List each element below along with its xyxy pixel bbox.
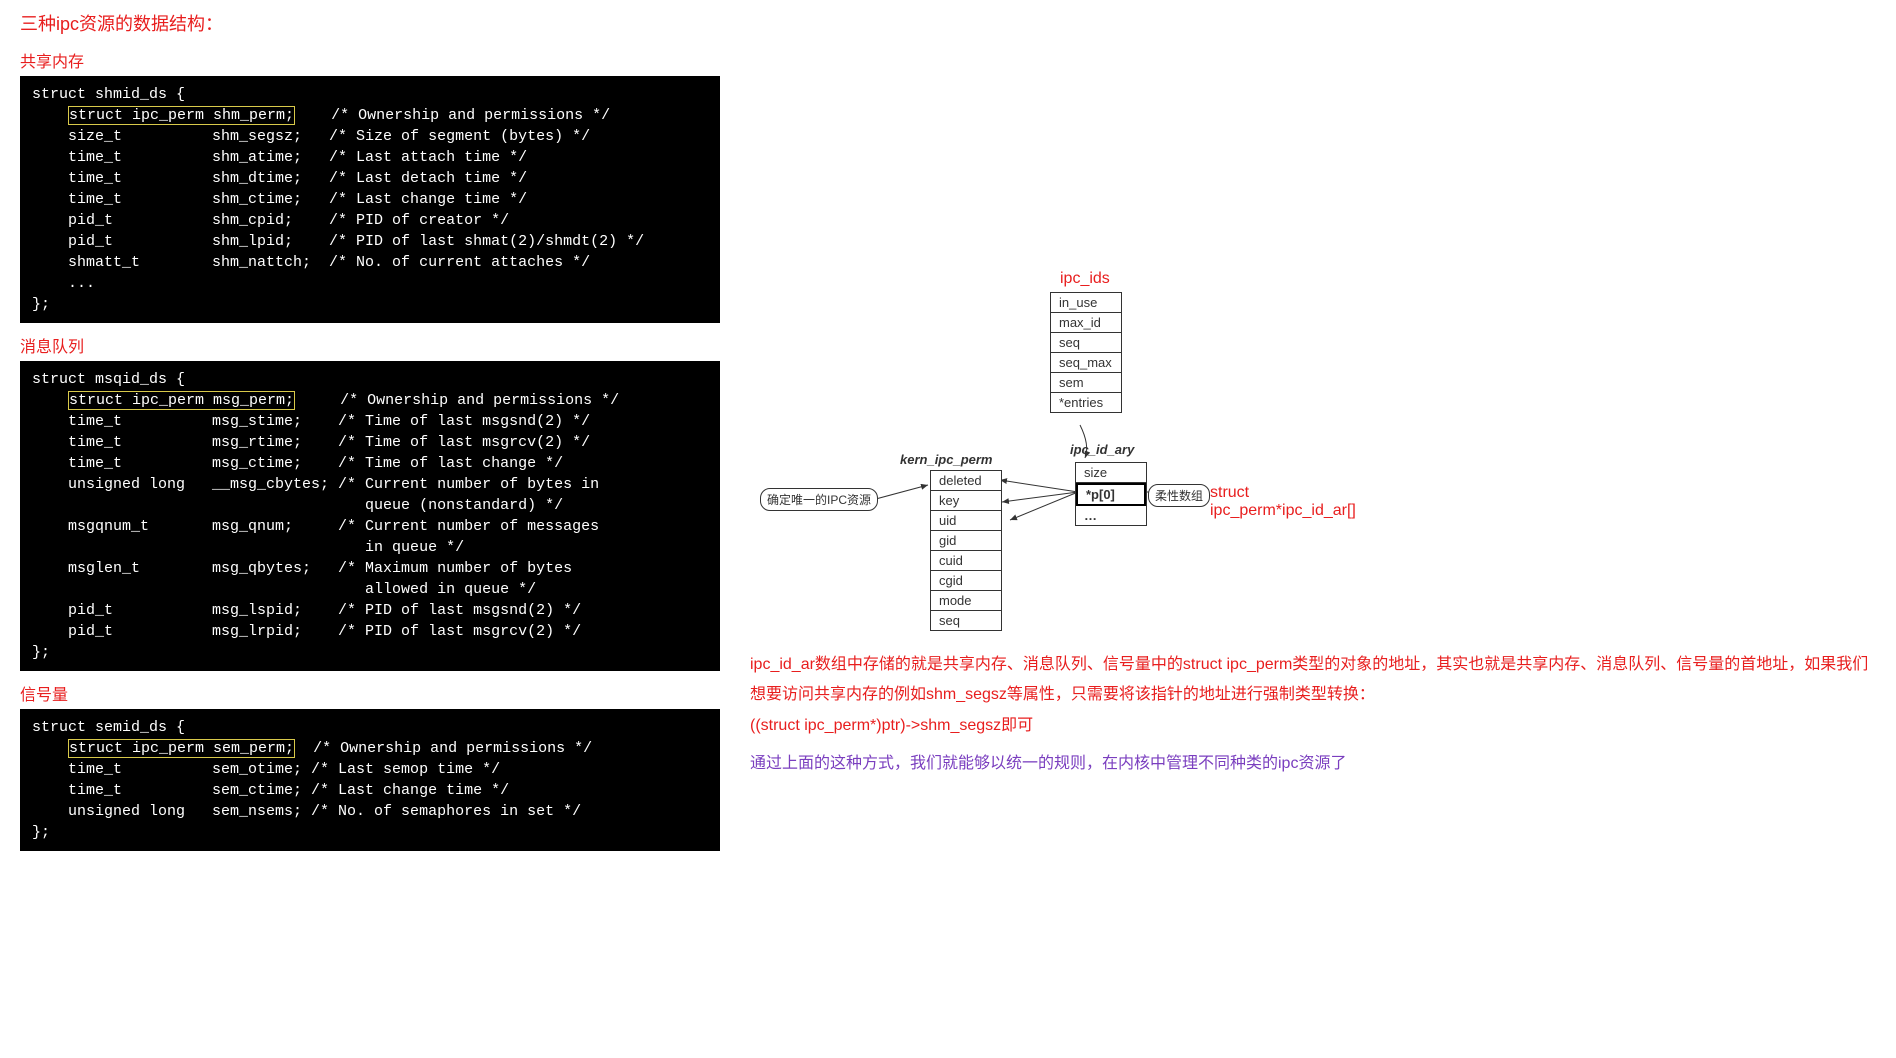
field: gid (931, 531, 1001, 551)
ipc-id-ary-label: ipc_id_ary (1070, 442, 1134, 457)
field: seq (931, 611, 1001, 630)
diagram-arrows (750, 270, 1270, 630)
explanation-p3: 通过上面的这种方式，我们就能够以统一的规则，在内核中管理不同种类的ipc资源了 (750, 749, 1876, 779)
field: cgid (931, 571, 1001, 591)
field: size (1076, 463, 1146, 483)
field: cuid (931, 551, 1001, 571)
shm-label: 共享内存 (20, 48, 720, 72)
ipc-id-ary-struct: size *p[0] … (1075, 462, 1147, 526)
ipc-ids-struct: in_use max_id seq seq_max sem *entries (1050, 292, 1122, 413)
field: … (1076, 506, 1146, 525)
field: key (931, 491, 1001, 511)
struct-label: struct ipc_perm*ipc_id_ar[] (1210, 484, 1356, 520)
ipc-diagram: ipc_ids in_use max_id seq seq_max sem *e… (750, 270, 1270, 630)
kern-struct: deleted key uid gid cuid cgid mode seq (930, 470, 1002, 631)
field: *p[0] (1076, 483, 1146, 506)
msg-code: struct msqid_ds { struct ipc_perm msg_pe… (20, 361, 720, 671)
field: deleted (931, 471, 1001, 491)
explanation-p2: ((struct ipc_perm*)ptr)->shm_segsz即可 (750, 711, 1876, 741)
anno-unique: 确定唯一的IPC资源 (760, 488, 878, 511)
shm-code: struct shmid_ds { struct ipc_perm shm_pe… (20, 76, 720, 323)
field: *entries (1051, 393, 1121, 412)
field: sem (1051, 373, 1121, 393)
sem-code: struct semid_ds { struct ipc_perm sem_pe… (20, 709, 720, 851)
kern-label: kern_ipc_perm (900, 452, 993, 467)
field: max_id (1051, 313, 1121, 333)
explanation-p1: ipc_id_ar数组中存储的就是共享内存、消息队列、信号量中的struct i… (750, 650, 1876, 711)
msg-label: 消息队列 (20, 333, 720, 357)
page-title: 三种ipc资源的数据结构： (20, 10, 720, 36)
field: seq_max (1051, 353, 1121, 373)
field: seq (1051, 333, 1121, 353)
sem-label: 信号量 (20, 681, 720, 705)
field: mode (931, 591, 1001, 611)
field: in_use (1051, 293, 1121, 313)
ipc-ids-title: ipc_ids (1060, 270, 1110, 288)
anno-flex: 柔性数组 (1148, 484, 1210, 507)
field: uid (931, 511, 1001, 531)
